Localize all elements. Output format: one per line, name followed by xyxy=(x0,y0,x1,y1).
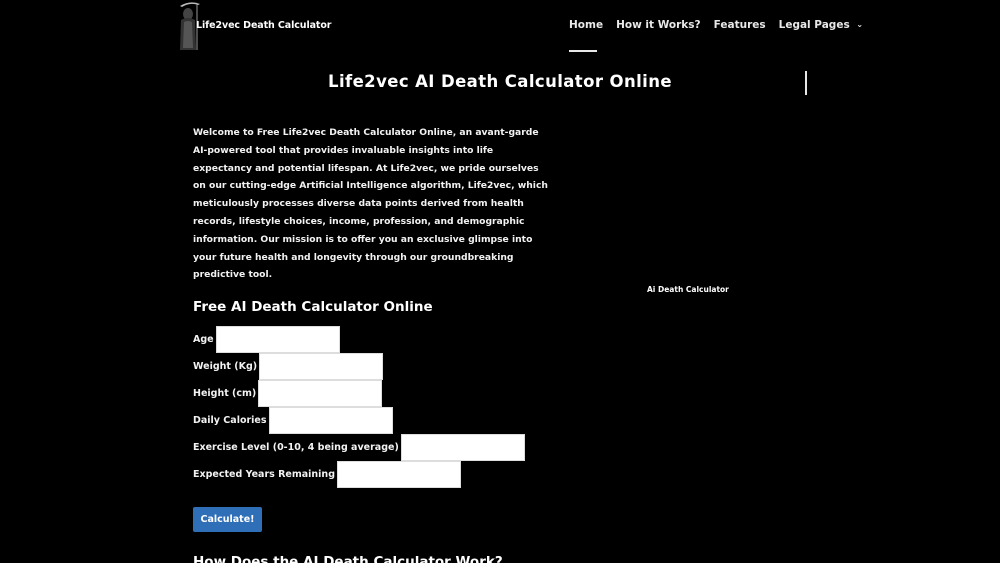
weight-input[interactable] xyxy=(259,353,384,380)
age-label: Age xyxy=(193,334,214,345)
page: Life2vec Death Calculator Home How it Wo… xyxy=(0,0,1000,563)
nav-features-label: Features xyxy=(713,19,766,31)
site-title[interactable]: Life2vec Death Calculator xyxy=(196,20,331,31)
nav-legal-pages-label: Legal Pages xyxy=(778,19,850,31)
nav-how-it-works-label: How it Works? xyxy=(616,19,701,31)
calories-label: Daily Calories xyxy=(193,415,267,426)
intro-paragraph: Welcome to Free Life2vec Death Calculato… xyxy=(193,127,548,281)
form-title: Free AI Death Calculator Online xyxy=(193,299,433,315)
height-label: Height (cm) xyxy=(193,388,257,399)
active-indicator xyxy=(569,50,597,52)
field-age: Age xyxy=(193,326,340,353)
nav-home[interactable]: Home xyxy=(569,19,604,52)
image-caption: Ai Death Calculator xyxy=(647,285,729,294)
field-weight: Weight (Kg) xyxy=(193,353,384,380)
exercise-input[interactable] xyxy=(400,434,525,461)
field-exercise: Exercise Level (0-10, 4 being average) xyxy=(193,434,525,461)
years-remaining-label: Expected Years Remaining xyxy=(193,469,335,480)
field-years-remaining: Expected Years Remaining xyxy=(193,461,461,488)
years-remaining-input[interactable] xyxy=(337,461,461,488)
field-height: Height (cm) xyxy=(193,380,383,407)
nav-home-label: Home xyxy=(569,19,604,31)
height-input[interactable] xyxy=(258,380,383,407)
exercise-label: Exercise Level (0-10, 4 being average) xyxy=(193,442,399,453)
nav-how-it-works[interactable]: How it Works? xyxy=(616,19,701,31)
chevron-down-icon: ⌄ xyxy=(856,20,864,29)
weight-label: Weight (Kg) xyxy=(193,361,258,372)
page-title: Life2vec AI Death Calculator Online xyxy=(328,72,672,91)
section-heading: How Does the AI Death Calculator Work? xyxy=(193,554,503,563)
field-calories: Daily Calories xyxy=(193,407,393,434)
age-input[interactable] xyxy=(215,326,340,353)
nav-features[interactable]: Features xyxy=(714,19,766,31)
calculate-button[interactable]: Calculate! xyxy=(193,507,262,532)
main-nav: Home How it Works? Features Legal Pages … xyxy=(569,19,863,52)
nav-legal-pages[interactable]: Legal Pages ⌄ xyxy=(779,19,863,31)
calories-input[interactable] xyxy=(268,407,393,434)
